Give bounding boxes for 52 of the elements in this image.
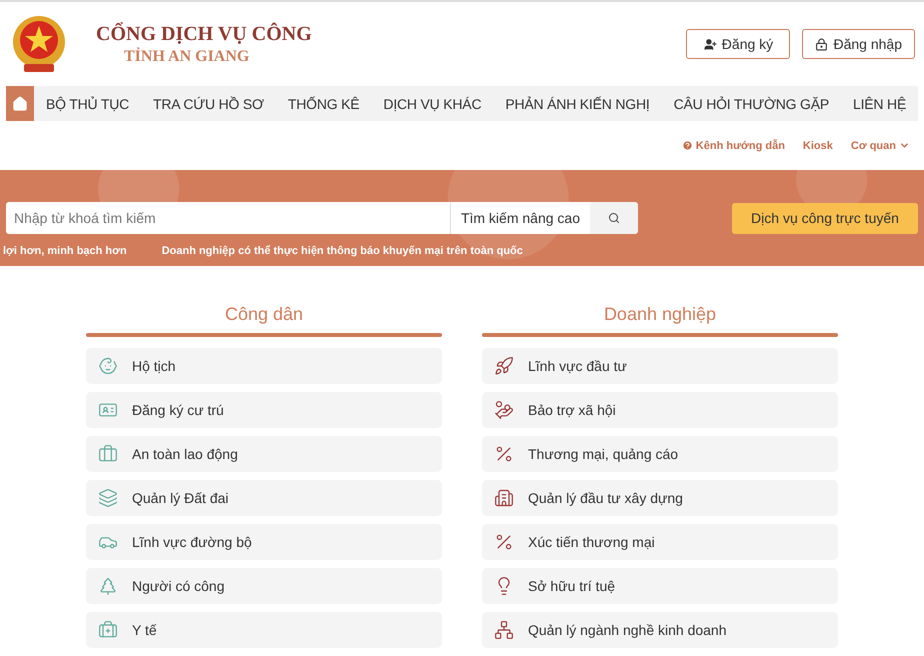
search-field[interactable]: Nhập từ khoá tìm kiếm — [6, 202, 450, 234]
header-link[interactable]: Kiosk — [802, 140, 833, 152]
register-button[interactable]: Đăng ký — [686, 29, 790, 59]
nav-item[interactable]: CÂU HỎI THƯỜNG GẶP — [662, 86, 842, 121]
category-item[interactable]: Y tế — [86, 612, 442, 648]
category-item[interactable]: Bảo trợ xã hội — [482, 392, 838, 428]
category-item[interactable]: An toàn lao động — [86, 436, 442, 472]
nav-item[interactable]: BỘ THỦ TỤC — [34, 86, 142, 121]
emblem-icon — [10, 14, 68, 74]
home-icon — [12, 96, 28, 112]
nav-item[interactable]: LIÊN HỆ — [841, 86, 918, 121]
header-link[interactable]: Kênh hướng dẫn — [682, 140, 785, 152]
briefcase-icon — [98, 444, 118, 464]
rocket-icon — [494, 356, 514, 376]
user-plus-icon — [704, 38, 717, 50]
category-item[interactable]: Hộ tịch — [86, 348, 442, 384]
search-button[interactable] — [590, 202, 638, 234]
layers-icon — [98, 488, 118, 508]
advanced-search-button[interactable]: Tìm kiếm nâng cao — [450, 202, 590, 234]
category-item[interactable]: Đăng ký cư trú — [86, 392, 442, 428]
category-item[interactable]: Người có công — [86, 568, 442, 604]
login-button[interactable]: Đăng nhập — [802, 29, 915, 59]
category-item[interactable]: Quản lý đầu tư xây dựng — [482, 480, 838, 516]
percent-icon — [494, 444, 514, 464]
tree-icon — [98, 576, 118, 596]
nav-item[interactable]: THỐNG KÊ — [276, 86, 372, 121]
category-item[interactable]: Lĩnh vực đầu tư — [482, 348, 838, 384]
nav-item[interactable]: TRA CỨU HỒ SƠ — [141, 86, 276, 121]
nav-item[interactable]: DỊCH VỤ KHÁC — [371, 86, 494, 121]
percent-icon — [494, 532, 514, 552]
category-item[interactable]: Sở hữu trí tuệ — [482, 568, 838, 604]
category-item[interactable]: Quản lý Đất đai — [86, 480, 442, 516]
home-button[interactable] — [6, 86, 34, 121]
search-icon — [608, 212, 620, 224]
section-title: Công dân — [224, 304, 304, 326]
section-title: Doanh nghiệp — [602, 304, 718, 326]
building-icon — [494, 488, 514, 508]
category-item[interactable]: Thương mại, quảng cáo — [482, 436, 838, 472]
baby-icon — [98, 356, 118, 376]
help-icon — [682, 140, 693, 151]
hierarchy-icon — [494, 620, 514, 640]
lock-icon — [815, 38, 828, 50]
category-item[interactable]: Xúc tiến thương mại — [482, 524, 838, 560]
portal-title: CỔNG DỊCH VỤ CÔNG — [96, 22, 312, 46]
header-link[interactable]: Cơ quan — [850, 140, 910, 152]
category-item[interactable]: Lĩnh vực đường bộ — [86, 524, 442, 560]
nav-item[interactable]: PHẢN ÁNH KIẾN NGHỊ — [493, 86, 662, 121]
province-name: TỈNH AN GIANG — [124, 48, 250, 66]
medical-kit-icon — [98, 620, 118, 640]
online-services-button[interactable]: Dịch vụ công trực tuyến — [732, 202, 918, 234]
hand-coins-icon — [494, 400, 514, 420]
category-item[interactable]: Quản lý ngành nghề kinh doanh — [482, 612, 838, 648]
